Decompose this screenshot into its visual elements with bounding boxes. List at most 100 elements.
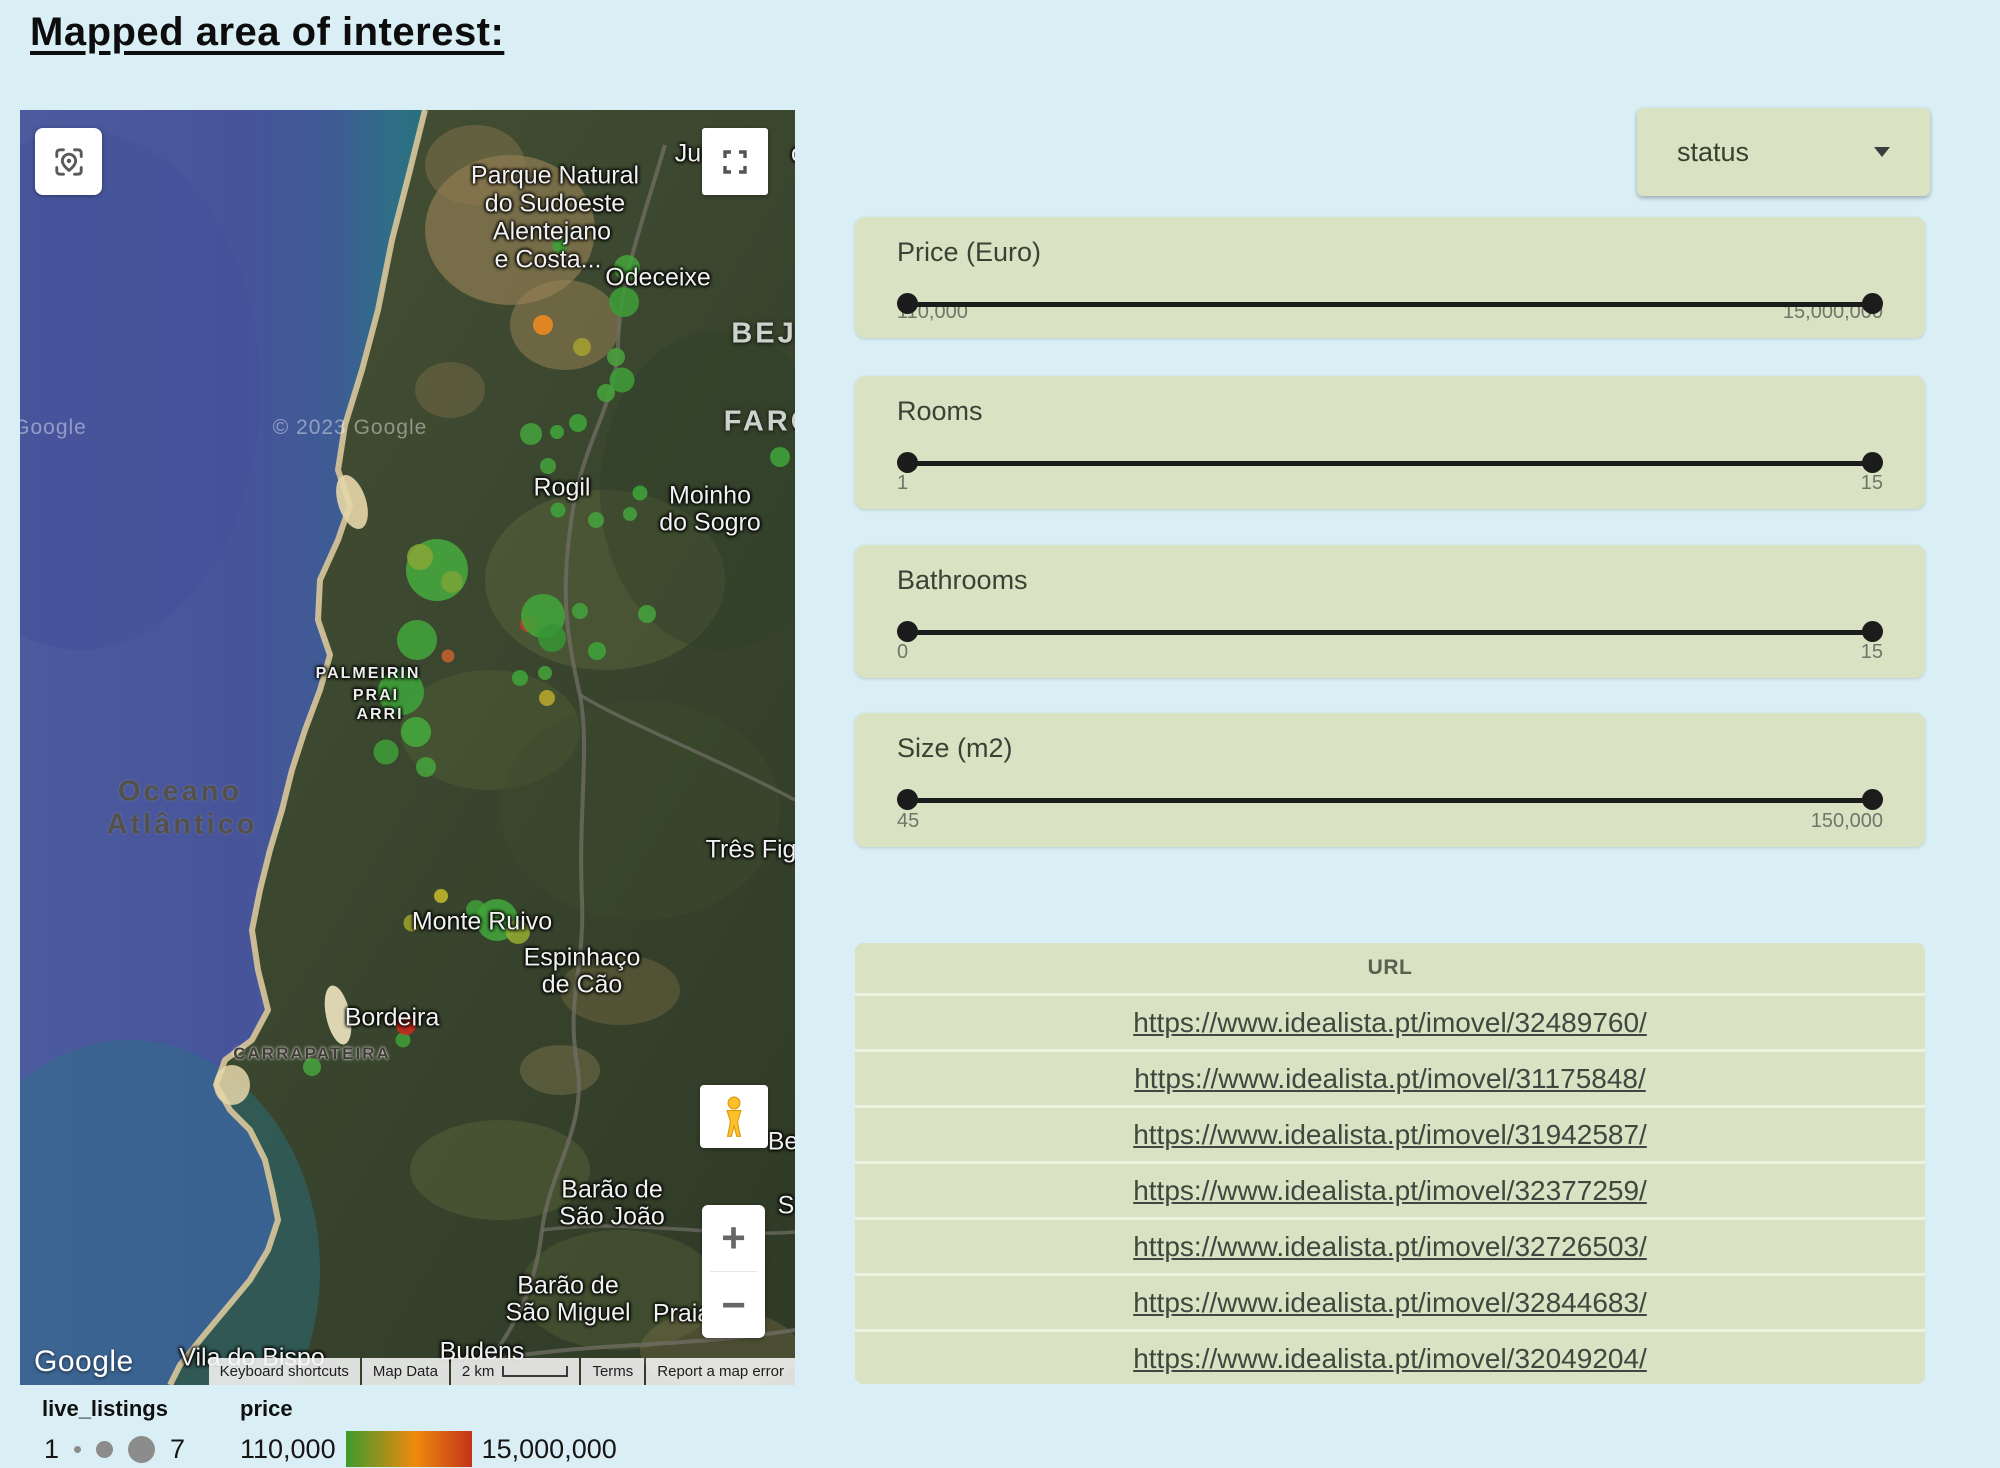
rooms-filter-panel: Rooms 1 15: [855, 376, 1925, 509]
listing-bubble-marker[interactable]: [609, 287, 639, 317]
listing-bubble-marker[interactable]: [396, 1015, 416, 1035]
slider-min-handle[interactable]: [897, 789, 918, 810]
slider-max-handle[interactable]: [1862, 293, 1883, 314]
slider-track[interactable]: [906, 302, 1874, 307]
listing-bubble-marker[interactable]: [623, 507, 637, 521]
slider-max-handle[interactable]: [1862, 789, 1883, 810]
legend-price-min: 110,000: [240, 1434, 336, 1465]
listing-bubble-marker[interactable]: [633, 486, 648, 501]
legend-size-dot-large: [128, 1436, 155, 1463]
listing-bubble-marker[interactable]: [770, 447, 790, 467]
table-row: https://www.idealista.pt/imovel/31175848…: [855, 1049, 1925, 1105]
slider-max-handle[interactable]: [1862, 452, 1883, 473]
listing-bubble-marker[interactable]: [540, 458, 556, 474]
zoom-in-button[interactable]: +: [702, 1205, 765, 1271]
listing-bubble-marker[interactable]: [553, 239, 568, 254]
slider-track[interactable]: [906, 630, 1874, 635]
listing-bubble-marker[interactable]: [551, 503, 566, 518]
report-map-error-link[interactable]: Report a map error: [646, 1358, 795, 1385]
listing-bubble-marker[interactable]: [573, 338, 591, 356]
listing-bubble-marker[interactable]: [569, 414, 587, 432]
slider-track[interactable]: [906, 798, 1874, 803]
legend-size-max: 7: [170, 1434, 185, 1465]
listing-bubble-marker[interactable]: [303, 1058, 321, 1076]
listing-bubble-marker[interactable]: [533, 315, 553, 335]
rooms-max-value: 15: [1861, 472, 1883, 495]
listing-bubble-marker[interactable]: [374, 740, 399, 765]
listing-bubble-marker[interactable]: [397, 620, 437, 660]
listing-bubble-marker[interactable]: [614, 255, 640, 281]
listing-bubble-marker[interactable]: [538, 624, 566, 652]
size-filter-label: Size (m2): [897, 733, 1883, 764]
bathrooms-filter-panel: Bathrooms 0 15: [855, 545, 1925, 678]
rooms-range-slider[interactable]: [897, 451, 1883, 464]
listing-bubble-marker[interactable]: [638, 605, 656, 623]
map-data-label[interactable]: Map Data: [362, 1358, 449, 1385]
status-dropdown[interactable]: status: [1637, 108, 1930, 196]
map-canvas[interactable]: Parque Naturaldo SudoesteAlentejanoe Cos…: [20, 110, 795, 1385]
size-range-slider[interactable]: [897, 788, 1883, 802]
slider-track[interactable]: [906, 461, 1874, 466]
listing-bubble-marker[interactable]: [597, 384, 615, 402]
listing-link[interactable]: https://www.idealista.pt/imovel/31175848…: [1134, 1063, 1646, 1095]
bathrooms-range-slider[interactable]: [897, 620, 1883, 633]
google-logo[interactable]: Google: [34, 1345, 134, 1379]
listing-link[interactable]: https://www.idealista.pt/imovel/31942587…: [1133, 1119, 1647, 1151]
price-range-slider[interactable]: [897, 292, 1883, 293]
listing-bubble-marker[interactable]: [404, 915, 421, 932]
scale-bar-icon: [502, 1366, 568, 1377]
listing-bubble-marker[interactable]: [520, 423, 542, 445]
slider-min-handle[interactable]: [897, 621, 918, 642]
bathrooms-max-value: 15: [1861, 641, 1883, 664]
listing-bubble-marker[interactable]: [607, 348, 625, 366]
legend-size-title: live_listings: [42, 1396, 168, 1422]
listing-bubble-marker[interactable]: [588, 642, 606, 660]
legend-size-row: 1 7: [44, 1430, 185, 1468]
table-row: https://www.idealista.pt/imovel/32844683…: [855, 1273, 1925, 1329]
listing-bubble-marker[interactable]: [378, 669, 424, 715]
fullscreen-button[interactable]: [702, 128, 768, 195]
listing-bubble-marker[interactable]: [401, 717, 431, 747]
listing-bubble-marker[interactable]: [434, 889, 448, 903]
page-title: Mapped area of interest:: [30, 10, 504, 55]
pegman-button[interactable]: [700, 1085, 768, 1148]
legend-size-dot-medium: [96, 1441, 113, 1458]
keyboard-shortcuts-button[interactable]: Keyboard shortcuts: [209, 1358, 360, 1385]
rooms-min-value: 1: [897, 472, 908, 495]
size-min-value: 45: [897, 810, 919, 833]
listing-bubble-marker[interactable]: [572, 603, 588, 619]
listing-bubble-marker[interactable]: [512, 670, 528, 686]
listing-bubble-marker[interactable]: [441, 571, 463, 593]
listing-bubble-marker[interactable]: [588, 512, 604, 528]
zoom-out-button[interactable]: −: [702, 1272, 765, 1338]
listing-bubble-marker[interactable]: [407, 544, 433, 570]
listing-link[interactable]: https://www.idealista.pt/imovel/32049204…: [1133, 1343, 1647, 1375]
slider-max-handle[interactable]: [1862, 621, 1883, 642]
select-area-button[interactable]: [35, 128, 102, 195]
listing-link[interactable]: https://www.idealista.pt/imovel/32377259…: [1133, 1175, 1647, 1207]
terms-link[interactable]: Terms: [581, 1358, 644, 1385]
legend-price-row: 110,000 15,000,000: [240, 1430, 617, 1468]
listing-bubble-marker[interactable]: [506, 920, 530, 944]
slider-min-handle[interactable]: [897, 452, 918, 473]
listing-bubble-marker[interactable]: [538, 666, 552, 680]
table-row: https://www.idealista.pt/imovel/32489760…: [855, 993, 1925, 1049]
legend-size-dot-small: [74, 1446, 81, 1453]
table-row: https://www.idealista.pt/imovel/31942587…: [855, 1105, 1925, 1161]
price-filter-label: Price (Euro): [897, 237, 1883, 268]
slider-min-handle[interactable]: [897, 293, 918, 314]
table-row: https://www.idealista.pt/imovel/32049204…: [855, 1329, 1925, 1384]
listing-bubble-marker[interactable]: [539, 690, 555, 706]
status-dropdown-label: status: [1677, 137, 1749, 168]
listing-link[interactable]: https://www.idealista.pt/imovel/32726503…: [1133, 1231, 1647, 1263]
price-colorbar: [346, 1431, 472, 1467]
listing-bubble-marker[interactable]: [550, 425, 564, 439]
listing-bubble-marker[interactable]: [416, 757, 436, 777]
url-table: URL https://www.idealista.pt/imovel/3248…: [855, 943, 1925, 1384]
pegman-icon: [720, 1095, 748, 1139]
legend-size-min: 1: [44, 1434, 59, 1465]
listing-link[interactable]: https://www.idealista.pt/imovel/32489760…: [1133, 1007, 1647, 1039]
rooms-filter-label: Rooms: [897, 396, 1883, 427]
listing-bubble-marker[interactable]: [442, 650, 455, 663]
listing-link[interactable]: https://www.idealista.pt/imovel/32844683…: [1133, 1287, 1647, 1319]
